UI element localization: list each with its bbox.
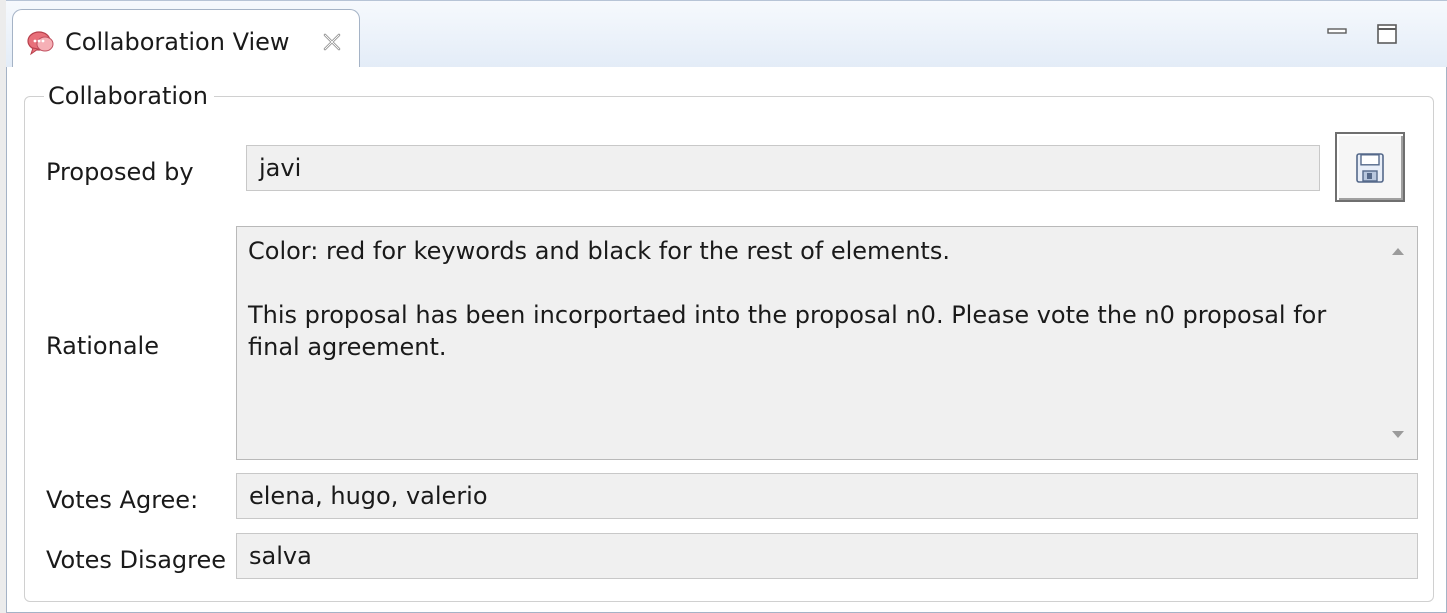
- tab-title: Collaboration View: [65, 28, 290, 56]
- tab-collaboration-view[interactable]: Collaboration View: [12, 9, 360, 69]
- proposed-by-label: Proposed by: [46, 158, 194, 186]
- save-button[interactable]: [1335, 132, 1405, 202]
- scroll-up-icon[interactable]: [1392, 248, 1404, 255]
- close-icon[interactable]: [321, 31, 343, 53]
- votes-agree-field[interactable]: elena, hugo, valerio: [236, 473, 1418, 519]
- maximize-icon[interactable]: [1376, 23, 1398, 45]
- view-tab-bar: Collaboration View: [6, 0, 1447, 69]
- minimize-icon[interactable]: [1326, 23, 1348, 45]
- scroll-down-icon[interactable]: [1392, 431, 1404, 438]
- proposed-by-field[interactable]: javi: [246, 145, 1320, 191]
- rationale-textarea[interactable]: Color: red for keywords and black for th…: [236, 226, 1418, 460]
- rationale-label: Rationale: [46, 332, 159, 360]
- rationale-scrollbar[interactable]: [1381, 227, 1417, 459]
- group-title: Collaboration: [44, 80, 214, 112]
- votes-disagree-label: Votes Disagree: [46, 546, 227, 574]
- save-icon: [1356, 153, 1384, 183]
- votes-disagree-field[interactable]: salva: [236, 533, 1418, 579]
- collaboration-view-window: Collaboration View Collaboration Propose…: [0, 0, 1447, 613]
- votes-agree-label: Votes Agree:: [46, 486, 199, 514]
- collaboration-icon: [27, 31, 54, 56]
- rationale-text: Color: red for keywords and black for th…: [248, 237, 1327, 361]
